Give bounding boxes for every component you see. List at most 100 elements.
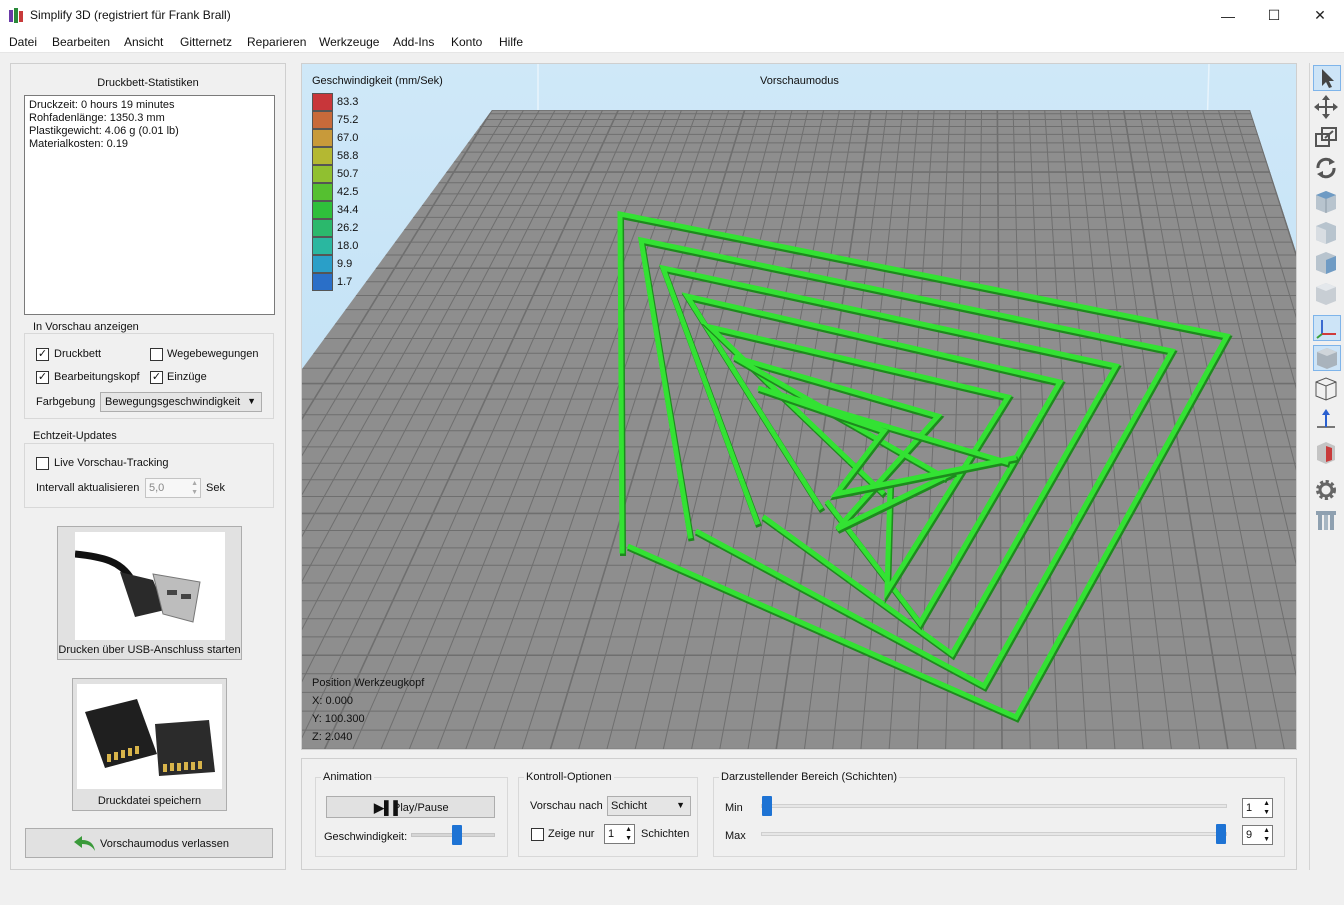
axes-icon[interactable] — [1313, 315, 1341, 341]
stats-textbox[interactable]: Druckzeit: 0 hours 19 minutes Rohfadenlä… — [24, 95, 275, 315]
close-button[interactable]: ✕ — [1297, 0, 1343, 31]
rotate-icon[interactable] — [1313, 155, 1341, 181]
layers-label: Schichten — [641, 828, 690, 840]
save-file-label: Druckdatei speichern — [97, 795, 202, 807]
legend-swatch — [312, 129, 333, 147]
right-toolbar — [1309, 63, 1343, 870]
show-only-checkbox[interactable] — [531, 828, 544, 841]
interval-unit: Sek — [206, 482, 225, 494]
min-layer-value: 1 — [1246, 802, 1253, 814]
speed-slider-track[interactable] — [411, 825, 495, 845]
save-file-button[interactable]: Druckdatei speichern — [72, 678, 227, 811]
chevron-down-icon: ▼ — [676, 800, 685, 810]
legend-value: 58.8 — [337, 150, 359, 162]
realtime-updates-group — [24, 443, 274, 508]
menu-add-ins[interactable]: Add-Ins — [393, 35, 434, 49]
minimize-button[interactable]: — — [1205, 0, 1251, 31]
legend-swatch — [312, 165, 333, 183]
chevron-down-icon: ▼ — [247, 396, 256, 406]
sd-card-icon — [77, 684, 222, 789]
view-iso-icon[interactable] — [1313, 189, 1341, 215]
speed-slider-handle[interactable] — [451, 825, 462, 845]
exit-preview-label: Vorschaumodus verlassen — [100, 838, 230, 850]
legend-swatch — [312, 183, 333, 201]
menu-werkzeuge[interactable]: Werkzeuge — [319, 35, 379, 49]
interval-spinbox[interactable]: 5,0 ▲ ▼ — [145, 478, 201, 498]
min-layer-slider-handle[interactable] — [762, 796, 772, 816]
show-only-label: Zeige nur — [548, 828, 595, 840]
view-side-icon[interactable] — [1313, 281, 1341, 307]
preview-by-value: Schicht — [611, 800, 648, 812]
farbgebung-value: Bewegungsgeschwindigkeit — [105, 396, 241, 408]
druckbett-checkbox[interactable]: ✓ — [36, 348, 49, 361]
min-layer-slider-track[interactable] — [761, 796, 1227, 816]
interval-label: Intervall aktualisieren — [36, 482, 140, 494]
play-pause-button[interactable]: ▶▌▌ Play/Pause — [326, 796, 495, 818]
show-only-spinbox[interactable]: 1 ▲ ▼ — [604, 824, 635, 844]
live-tracking-checkbox[interactable] — [36, 457, 49, 470]
show-only-count: 1 — [608, 828, 615, 840]
legend-swatch — [312, 201, 333, 219]
view-top-icon[interactable] — [1313, 250, 1341, 276]
title-bar: Simplify 3D (registriert für Frank Brall… — [0, 0, 1344, 31]
stats-heading: Druckbett-Statistiken — [97, 77, 199, 89]
supports-icon[interactable] — [1313, 507, 1341, 533]
layer-range-group — [713, 777, 1285, 857]
max-layer-value: 9 — [1246, 829, 1253, 841]
menu-reparieren[interactable]: Reparieren — [247, 35, 306, 49]
select-arrow-icon[interactable] — [1313, 65, 1341, 91]
preview-mode-label: Vorschaumodus — [760, 75, 839, 87]
wegebewegungen-checkbox[interactable] — [150, 348, 163, 361]
scale-icon[interactable] — [1313, 125, 1341, 151]
control-options-group — [518, 777, 698, 857]
legend-value: 26.2 — [337, 222, 359, 234]
max-layer-slider-track[interactable] — [761, 824, 1227, 844]
menu-gitternetz[interactable]: Gitternetz — [180, 35, 232, 49]
preview-by-label: Vorschau nach — [530, 800, 603, 812]
move-icon[interactable] — [1313, 94, 1341, 120]
einzuege-checkbox[interactable]: ✓ — [150, 371, 163, 384]
farbgebung-select[interactable]: Bewegungsgeschwindigkeit ▼ — [100, 392, 262, 412]
menu-hilfe[interactable]: Hilfe — [499, 35, 523, 49]
legend-value: 1.7 — [337, 276, 353, 288]
wegebewegungen-label: Wegebewegungen — [167, 348, 259, 360]
view-front-icon[interactable] — [1313, 220, 1341, 246]
max-layer-spinbox[interactable]: 9 ▲ ▼ — [1242, 825, 1273, 845]
bearbeitungskopf-checkbox[interactable]: ✓ — [36, 371, 49, 384]
interval-value: 5,0 — [149, 482, 165, 494]
exit-preview-button[interactable]: Vorschaumodus verlassen — [25, 828, 273, 858]
normals-icon[interactable] — [1313, 407, 1341, 433]
stats-line: Materialkosten: 0.19 — [29, 138, 129, 150]
legend-swatch — [312, 219, 333, 237]
preview-group-label: In Vorschau anzeigen — [31, 321, 141, 333]
3d-viewport[interactable]: Geschwindigkeit (mm/Sek) Vorschaumodus 8… — [301, 63, 1297, 750]
farbgebung-label: Farbgebung — [36, 396, 96, 408]
legend-entry: 18.0 — [312, 237, 392, 255]
stats-line: Plastikgewicht: 4.06 g (0.01 lb) — [29, 125, 179, 137]
menu-ansicht[interactable]: Ansicht — [124, 35, 163, 49]
app-logo-icon — [9, 8, 23, 23]
bottom-panel: Animation ▶▌▌ Play/Pause Geschwindigkeit… — [301, 758, 1297, 870]
menu-bearbeiten[interactable]: Bearbeiten — [52, 35, 110, 49]
menu-datei[interactable]: Datei — [9, 35, 37, 49]
usb-cable-icon — [75, 532, 225, 640]
settings-gear-icon[interactable] — [1313, 477, 1341, 503]
preview-by-select[interactable]: Schicht ▼ — [607, 796, 691, 816]
check-mark-icon: ✓ — [151, 371, 162, 383]
legend-entry: 42.5 — [312, 183, 392, 201]
maximize-button[interactable]: ☐ — [1251, 0, 1297, 31]
play-pause-label: Play/Pause — [393, 802, 449, 814]
cross-section-icon[interactable] — [1313, 440, 1341, 466]
menu-konto[interactable]: Konto — [451, 35, 482, 49]
usb-print-button[interactable]: Drucken über USB-Anschluss starten — [57, 526, 242, 660]
toolhead-position-title: Position Werkzeugkopf — [312, 677, 425, 689]
legend-swatch — [312, 255, 333, 273]
solid-cube-icon[interactable] — [1313, 345, 1341, 371]
wireframe-cube-icon[interactable] — [1313, 376, 1341, 402]
min-layer-spinbox[interactable]: 1 ▲ ▼ — [1242, 798, 1273, 818]
animation-label: Animation — [321, 771, 374, 783]
einzuege-label: Einzüge — [167, 371, 207, 383]
menu-bar: Datei Bearbeiten Ansicht Gitternetz Repa… — [0, 31, 1344, 53]
max-layer-slider-handle[interactable] — [1216, 824, 1226, 844]
legend-swatch — [312, 273, 333, 291]
